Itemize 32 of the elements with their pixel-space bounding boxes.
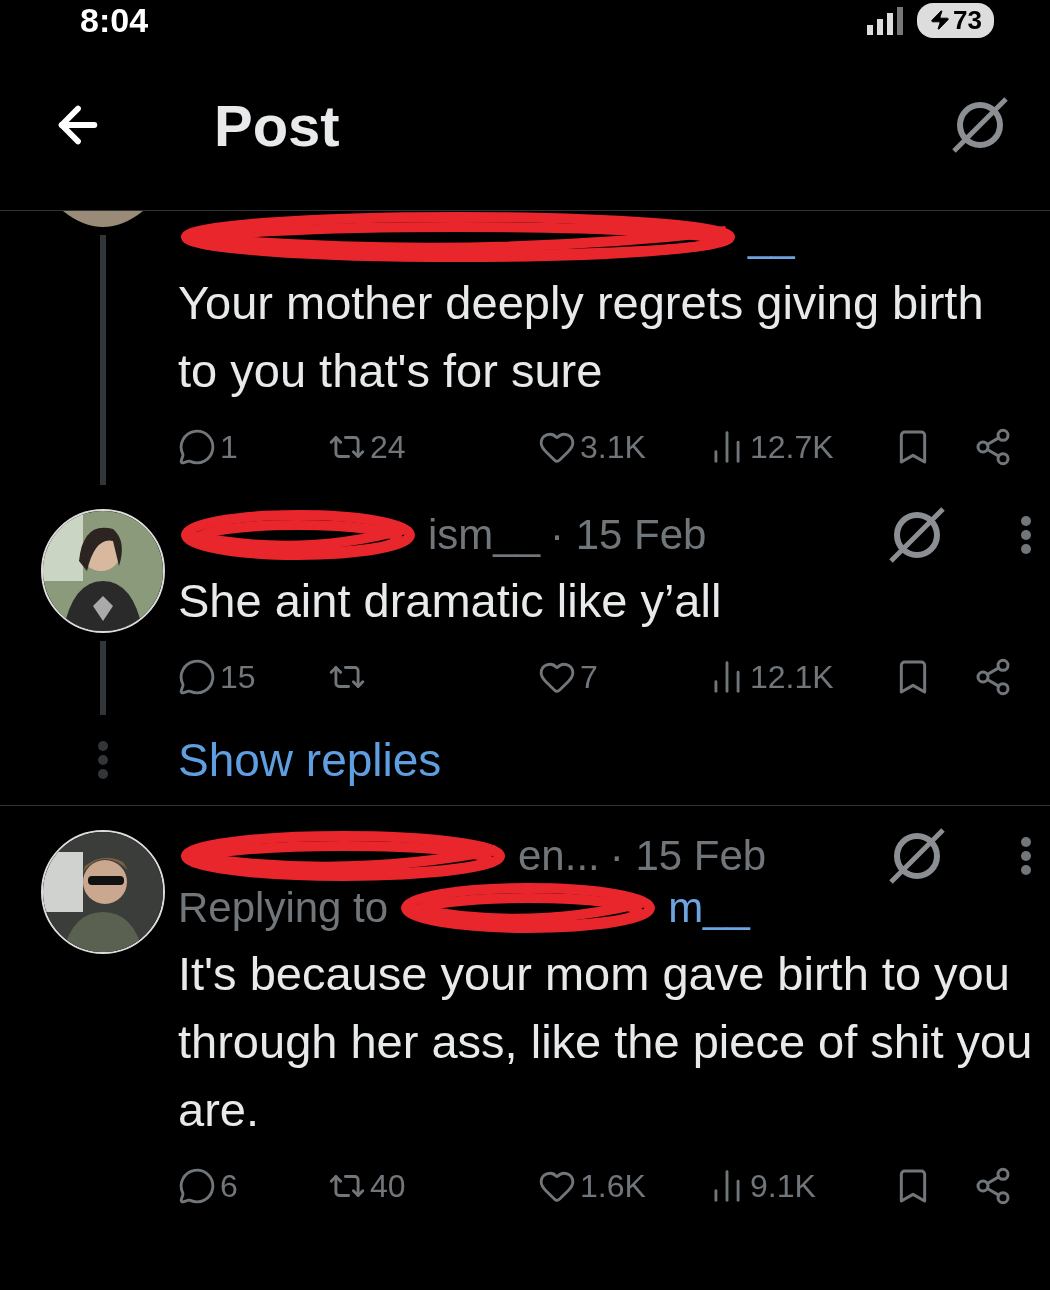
- more-icon[interactable]: [1019, 836, 1033, 876]
- post-text: Your mother deeply regrets giving birth to you that's for sure: [178, 275, 985, 399]
- user-name: en...: [518, 832, 600, 880]
- page-title: Post: [214, 91, 341, 159]
- reply-icon[interactable]: [178, 428, 216, 466]
- show-replies-link[interactable]: Show replies: [178, 733, 442, 787]
- replying-label: Replying to: [178, 884, 389, 932]
- views-count: 9.1K: [750, 1167, 816, 1205]
- post-date: · 15 Feb: [609, 832, 767, 880]
- thread-dots-icon: [97, 740, 109, 780]
- repost-count: 24: [370, 428, 406, 466]
- views-count: 12.1K: [750, 658, 834, 696]
- post-text: She aint dramatic like y’all: [178, 573, 723, 629]
- handle-link[interactable]: m__: [668, 884, 750, 932]
- like-count: 7: [580, 658, 598, 696]
- reply-count: 1: [220, 428, 238, 466]
- post-date: · 15 Feb: [550, 511, 707, 559]
- handle-text[interactable]: __: [748, 213, 795, 261]
- repost-count: 40: [370, 1167, 406, 1205]
- battery-indicator: 73: [917, 2, 994, 38]
- reply-icon[interactable]: [178, 1167, 216, 1205]
- reply-count: 15: [220, 658, 256, 696]
- post-text: It's because your mom gave birth to you through her ass, like the piece of shit you are.: [178, 946, 1033, 1138]
- like-count: 1.6K: [580, 1167, 646, 1205]
- reply-icon[interactable]: [178, 658, 216, 696]
- user-name: ism__: [428, 511, 541, 559]
- status-time: 8:04: [80, 0, 149, 40]
- signal-icon: [865, 5, 906, 35]
- more-icon[interactable]: [1019, 515, 1033, 555]
- like-count: 3.1K: [580, 428, 646, 466]
- views-count: 12.7K: [750, 428, 834, 466]
- reply-count: 6: [220, 1167, 238, 1205]
